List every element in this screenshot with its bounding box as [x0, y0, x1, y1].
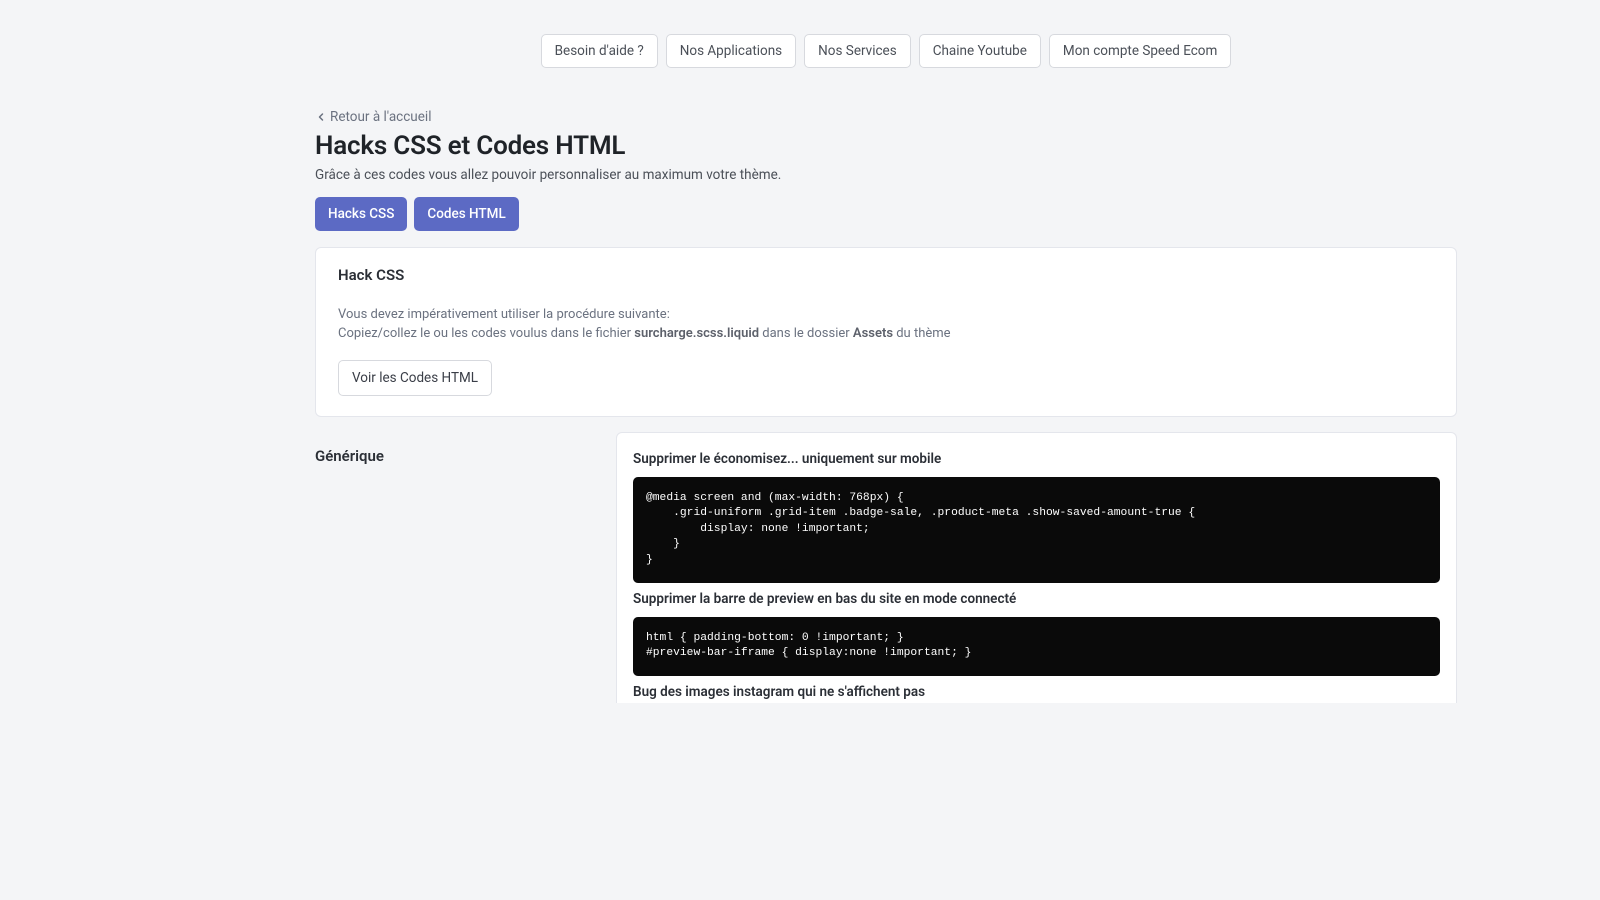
snippet-title: Bug des images instagram qui ne s'affich…	[633, 684, 1440, 700]
info-card: Hack CSS Vous devez impérativement utili…	[315, 247, 1457, 417]
section-generic: Générique Supprimer le économisez... uni…	[315, 432, 1457, 703]
code-block[interactable]: html { padding-bottom: 0 !important; } #…	[633, 617, 1440, 676]
snippet-title: Supprimer la barre de preview en bas du …	[633, 591, 1440, 607]
chevron-left-icon	[315, 111, 327, 123]
card-title: Hack CSS	[338, 266, 1434, 284]
page-title: Hacks CSS et Codes HTML	[315, 131, 1457, 161]
card-subtitle: Vous devez impérativement utiliser la pr…	[338, 306, 1434, 344]
nav-account-button[interactable]: Mon compte Speed Ecom	[1049, 34, 1231, 68]
nav-help-button[interactable]: Besoin d'aide ?	[541, 34, 658, 68]
tab-codes-html[interactable]: Codes HTML	[414, 197, 518, 231]
back-link-label: Retour à l'accueil	[330, 109, 431, 125]
code-block[interactable]: @media screen and (max-width: 768px) { .…	[633, 477, 1440, 583]
section-label: Générique	[315, 432, 600, 703]
tabs: Hacks CSS Codes HTML	[315, 197, 1457, 231]
snippet-title: Supprimer le économisez... uniquement su…	[633, 451, 1440, 467]
nav-youtube-button[interactable]: Chaine Youtube	[919, 34, 1041, 68]
back-link[interactable]: Retour à l'accueil	[315, 81, 1457, 125]
see-html-codes-button[interactable]: Voir les Codes HTML	[338, 360, 492, 396]
section-body: Supprimer le économisez... uniquement su…	[616, 432, 1457, 703]
top-nav: Besoin d'aide ? Nos Applications Nos Ser…	[315, 0, 1457, 81]
tab-hacks-css[interactable]: Hacks CSS	[315, 197, 407, 231]
nav-apps-button[interactable]: Nos Applications	[666, 34, 796, 68]
nav-services-button[interactable]: Nos Services	[804, 34, 911, 68]
page-subtitle: Grâce à ces codes vous allez pouvoir per…	[315, 167, 1457, 183]
